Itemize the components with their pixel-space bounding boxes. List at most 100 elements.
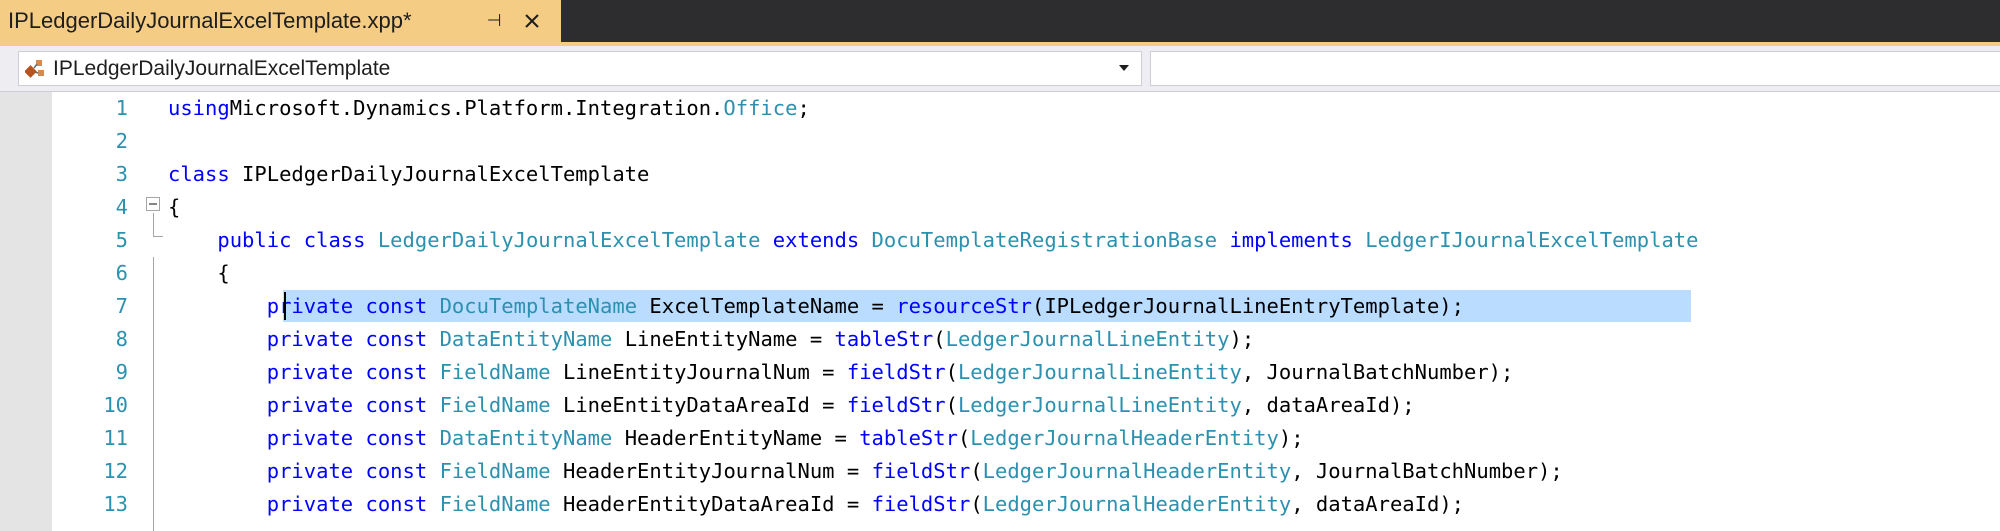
collapse-outline-icon[interactable] (146, 197, 160, 211)
code-line[interactable]: 3 class IPLedgerDailyJournalExcelTemplate (0, 158, 2000, 191)
keyword-token: const (365, 360, 428, 384)
code-line[interactable]: 2 (0, 125, 2000, 158)
keyword-token: const (365, 459, 428, 483)
code-line[interactable]: 9 private const FieldName LineEntityJour… (0, 356, 2000, 389)
code-token: IPLedgerDailyJournalExcelTemplate (229, 162, 650, 186)
code-line[interactable]: 6 { (0, 257, 2000, 290)
code-token: ( (945, 360, 958, 384)
type-token: Office (723, 96, 798, 120)
keyword-token: private (266, 459, 354, 483)
document-tab-strip: IPLedgerDailyJournalExcelTemplate.xpp* ⊣ (0, 0, 2000, 46)
code-line[interactable]: 10 private const FieldName LineEntityDat… (0, 389, 2000, 422)
member-dropdown[interactable] (1150, 51, 2000, 86)
line-number: 8 (115, 327, 128, 351)
code-token: HeaderEntityJournalNum = (550, 459, 872, 483)
line-number: 2 (115, 129, 128, 153)
line-number: 6 (115, 261, 128, 285)
keyword-token: private (266, 294, 354, 318)
code-line[interactable]: 4{ (0, 191, 2000, 224)
keyword-token: tableStr (859, 426, 958, 450)
code-line[interactable]: 5 public class LedgerDailyJournalExcelTe… (0, 224, 2000, 257)
code-text: private const FieldName HeaderEntityData… (168, 488, 1464, 521)
type-token: LedgerJournalLineEntity (957, 360, 1242, 384)
code-line[interactable]: 7 private const DocuTemplateName ExcelTe… (0, 290, 2000, 323)
code-token: , JournalBatchNumber); (1291, 459, 1563, 483)
type-dropdown[interactable]: IPLedgerDailyJournalExcelTemplate (18, 51, 1142, 86)
keyword-token: const (365, 294, 428, 318)
code-token: { (168, 195, 181, 219)
keyword-token: tableStr (834, 327, 934, 351)
line-number: 5 (115, 228, 128, 252)
code-token: ( (933, 327, 946, 351)
code-token: ( (945, 393, 958, 417)
keyword-token: const (365, 492, 428, 516)
line-number: 3 (115, 162, 128, 186)
pin-icon[interactable]: ⊣ (482, 9, 506, 33)
code-token: { (168, 261, 230, 285)
code-token: ); (1278, 426, 1304, 450)
keyword-token: resourceStr (896, 294, 1032, 318)
dropdown-arrow-icon[interactable] (1117, 61, 1131, 75)
line-number: 9 (115, 360, 128, 384)
keyword-token: private (266, 426, 354, 450)
code-token: ( (970, 492, 983, 516)
code-text: private const DataEntityName LineEntityN… (168, 323, 1254, 356)
type-token: DocuTemplateRegistrationBase (871, 228, 1218, 252)
code-line[interactable]: 8 private const DataEntityName LineEntit… (0, 323, 2000, 356)
code-text: private const FieldName HeaderEntityJour… (168, 455, 1563, 488)
document-tab[interactable]: IPLedgerDailyJournalExcelTemplate.xpp* ⊣ (0, 0, 561, 42)
close-icon[interactable] (518, 7, 546, 35)
type-token: DataEntityName (439, 327, 613, 351)
keyword-token: extends (772, 228, 860, 252)
code-line[interactable]: 11 private const DataEntityName HeaderEn… (0, 422, 2000, 455)
keyword-token: class (168, 162, 230, 186)
type-token: LedgerJournalLineEntity (945, 327, 1230, 351)
code-token: ExcelTemplateName = (637, 294, 897, 318)
line-number: 13 (103, 492, 128, 516)
keyword-token: const (365, 327, 428, 351)
code-token: LineEntityJournalNum = (550, 360, 847, 384)
keyword-token: fieldStr (846, 360, 946, 384)
code-token: (IPLedgerJournalLineEntryTemplate); (1032, 294, 1464, 318)
type-token: DocuTemplateName (439, 294, 638, 318)
code-text: private const FieldName LineEntityJourna… (168, 356, 1514, 389)
code-line[interactable]: 1 usingMicrosoft.Dynamics.Platform.Integr… (0, 92, 2000, 125)
type-token: LedgerJournalHeaderEntity (970, 426, 1279, 450)
code-editor[interactable]: 1 usingMicrosoft.Dynamics.Platform.Integr… (0, 92, 2000, 531)
code-token: Microsoft.Dynamics.Platform.Integration. (229, 96, 724, 120)
type-token: FieldName (439, 393, 551, 417)
code-line[interactable]: 13 private const FieldName HeaderEntityD… (0, 488, 2000, 521)
type-token: DataEntityName (439, 426, 613, 450)
keyword-token: public (217, 228, 292, 252)
keyword-token: using (168, 96, 230, 120)
code-token: LineEntityName = (612, 327, 835, 351)
line-number: 10 (103, 393, 128, 417)
type-token: LedgerJournalHeaderEntity (982, 492, 1292, 516)
code-text: public class LedgerDailyJournalExcelTemp… (168, 224, 1698, 257)
code-text: private const FieldName LineEntityDataAr… (168, 389, 1415, 422)
code-line[interactable]: 12 private const FieldName HeaderEntityJ… (0, 455, 2000, 488)
outline-guide-tick (153, 236, 163, 237)
code-token: LineEntityDataAreaId = (550, 393, 847, 417)
code-token: , JournalBatchNumber); (1241, 360, 1514, 384)
keyword-token: implements (1229, 228, 1353, 252)
line-number: 11 (103, 426, 128, 450)
type-dropdown-value: IPLedgerDailyJournalExcelTemplate (53, 56, 391, 80)
